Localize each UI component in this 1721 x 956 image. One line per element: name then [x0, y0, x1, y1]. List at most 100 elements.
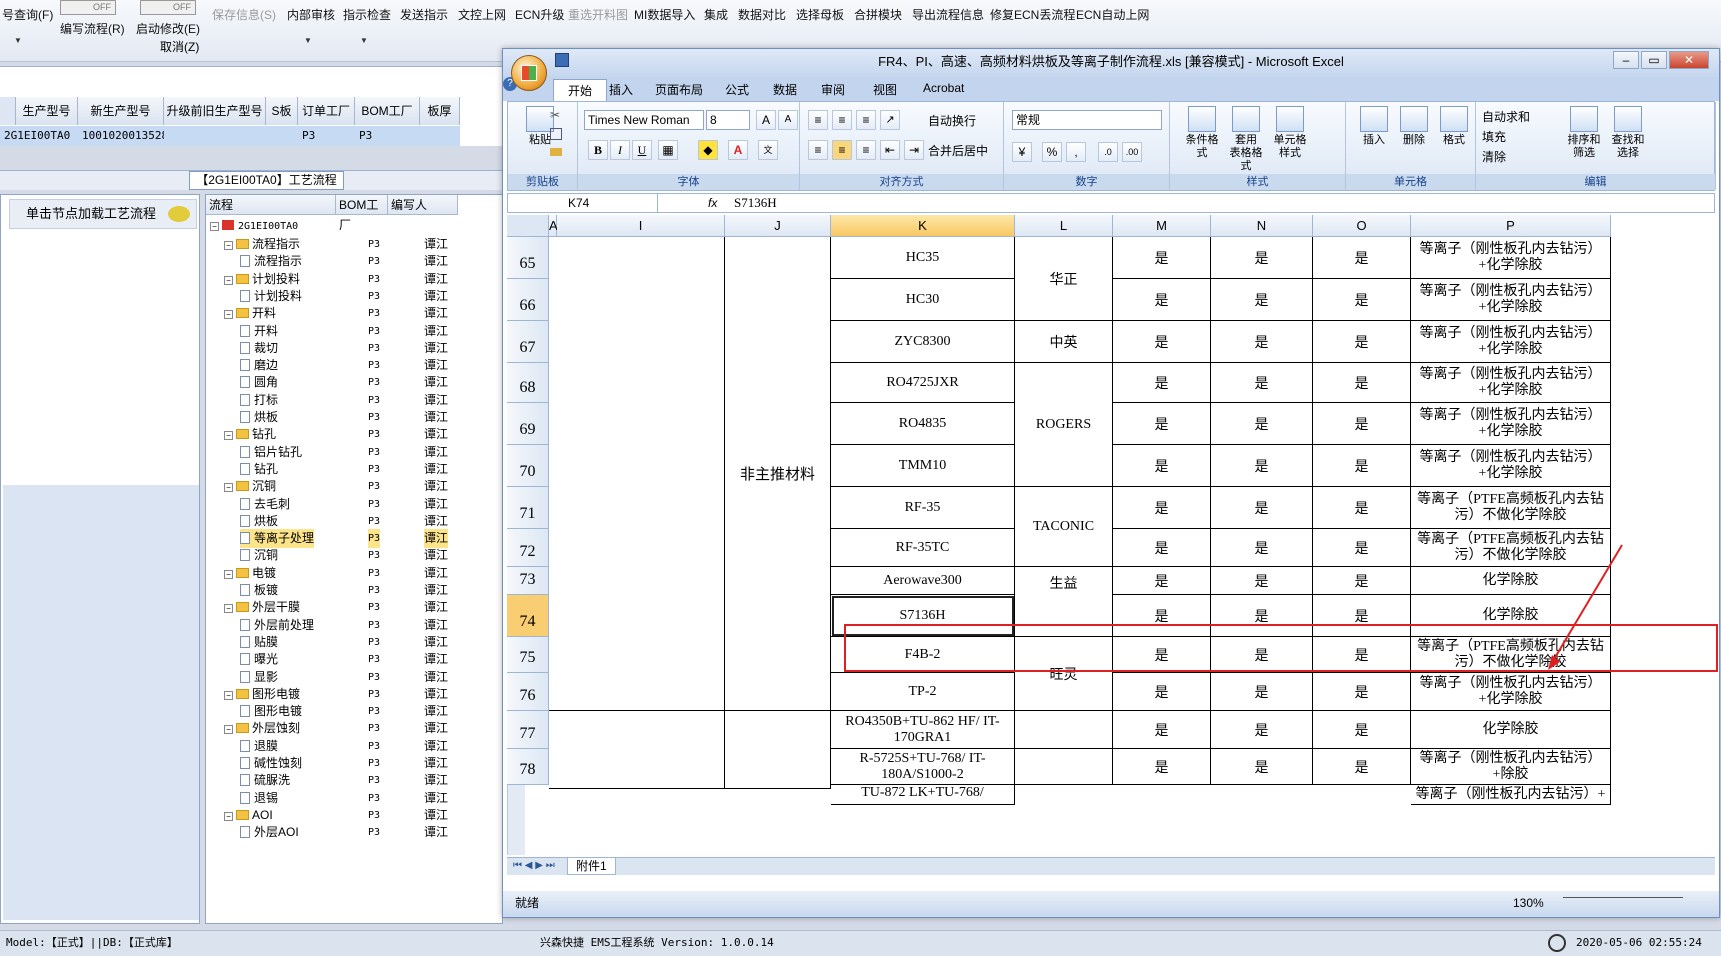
cell-N[interactable]: 是: [1211, 673, 1313, 711]
ribbon-tab-5[interactable]: 审阅: [821, 81, 845, 98]
cell-K[interactable]: TU-872 LK+TU-768/: [831, 785, 1015, 805]
zoom-slider[interactable]: [1563, 897, 1683, 907]
tree-item[interactable]: − 图形电镀 P3 谭江: [206, 685, 504, 704]
row-header-70[interactable]: 70: [507, 445, 549, 487]
row-header-75[interactable]: 75: [507, 637, 549, 673]
row-header-78[interactable]: 78: [507, 749, 549, 785]
increase-decimal-icon[interactable]: .0: [1098, 142, 1118, 162]
office-button[interactable]: [511, 55, 547, 91]
formula-input[interactable]: S7136H: [734, 194, 777, 212]
ribbon-tab-7[interactable]: Acrobat: [923, 81, 964, 95]
grid-cell-3[interactable]: [266, 126, 298, 146]
tree-item[interactable]: 圆角 P3 谭江: [206, 373, 504, 392]
grow-font-button[interactable]: A: [756, 110, 776, 130]
collapse-icon[interactable]: −: [224, 690, 233, 700]
row-header-72[interactable]: 72: [507, 529, 549, 567]
cell-P[interactable]: 等离子（刚性板孔内去钻污）+化学除胶: [1411, 279, 1611, 321]
format-button[interactable]: 格式: [1434, 106, 1474, 147]
collapse-icon[interactable]: −: [224, 275, 233, 285]
vertical-align-icon[interactable]: ≡: [808, 110, 828, 130]
tree-item[interactable]: 钻孔 P3 谭江: [206, 460, 504, 479]
cell-M[interactable]: 是: [1113, 403, 1211, 445]
cell-P[interactable]: 等离子（刚性板孔内去钻污）+化学除胶: [1411, 237, 1611, 279]
grid-cell-6[interactable]: [420, 126, 460, 146]
cell-I-lower[interactable]: [549, 711, 725, 789]
tree-item[interactable]: 退锡 P3 谭江: [206, 789, 504, 808]
tree-item[interactable]: − 外层干膜 P3 谭江: [206, 598, 504, 617]
font-color-icon[interactable]: A: [728, 140, 748, 160]
cell-P[interactable]: 化学除胶: [1411, 567, 1611, 595]
cell-K[interactable]: R-5725S+TU-768/ IT-180A/S1000-2: [831, 749, 1015, 785]
tree-item[interactable]: 退膜 P3 谭江: [206, 737, 504, 756]
dropdown-arrow-icon[interactable]: ▼: [304, 36, 312, 45]
tree-item[interactable]: 烘板 P3 谭江: [206, 512, 504, 531]
column-header-K[interactable]: K: [831, 215, 1015, 237]
toolbar-item-13[interactable]: 选择母板: [796, 6, 844, 23]
indent-icon[interactable]: ⇤: [880, 140, 900, 160]
number-format-combo[interactable]: 常规: [1012, 110, 1162, 130]
tree-item[interactable]: − 开料 P3 谭江: [206, 304, 504, 323]
ribbon-tab-2[interactable]: 页面布局: [655, 81, 703, 98]
tree-item[interactable]: 贴膜 P3 谭江: [206, 633, 504, 652]
collapse-icon[interactable]: −: [210, 222, 219, 231]
cell-N[interactable]: 是: [1211, 445, 1313, 487]
grid-header-2[interactable]: 升级前旧生产型号: [164, 97, 266, 125]
cell-N[interactable]: 是: [1211, 711, 1313, 749]
cell-L[interactable]: ROGERS: [1015, 363, 1113, 487]
cancel-button[interactable]: 取消(Z): [160, 38, 199, 55]
cell-K[interactable]: HC35: [831, 237, 1015, 279]
border-icon[interactable]: ▦: [658, 140, 678, 160]
cell-K[interactable]: Aerowave300: [831, 567, 1015, 595]
toolbar-item-17[interactable]: ECN自动上网: [1076, 6, 1149, 23]
cell-O[interactable]: 是: [1313, 673, 1411, 711]
grid-header-3[interactable]: S板: [266, 97, 298, 125]
name-box[interactable]: K74: [508, 194, 658, 212]
clear-button[interactable]: 清除: [1482, 148, 1506, 165]
cell-O[interactable]: 是: [1313, 237, 1411, 279]
cell-L[interactable]: 华正: [1015, 237, 1113, 321]
row-header-77[interactable]: 77: [507, 711, 549, 749]
cell-N[interactable]: 是: [1211, 363, 1313, 403]
shrink-font-button[interactable]: A: [778, 110, 798, 130]
cell-K[interactable]: RF-35TC: [831, 529, 1015, 567]
tree-item[interactable]: 开料 P3 谭江: [206, 322, 504, 341]
grid-header-5[interactable]: BOM工厂: [355, 97, 420, 125]
cell-P[interactable]: 等离子（刚性板孔内去钻污）+化学除胶: [1411, 445, 1611, 487]
cell-P[interactable]: 等离子（刚性板孔内去钻污）+化学除胶: [1411, 403, 1611, 445]
cell-O[interactable]: 是: [1313, 487, 1411, 529]
tree-item[interactable]: 磨边 P3 谭江: [206, 356, 504, 375]
tree-item[interactable]: − 流程指示 P3 谭江: [206, 235, 504, 254]
row-header-76[interactable]: 76: [507, 673, 549, 711]
tree-item[interactable]: − 沉铜 P3 谭江: [206, 477, 504, 496]
close-button[interactable]: ✕: [1669, 51, 1709, 69]
grid-header-0[interactable]: 生产型号: [16, 97, 78, 125]
cell-N[interactable]: 是: [1211, 321, 1313, 363]
horizontal-align-icon[interactable]: ≡: [832, 140, 852, 160]
cell-M[interactable]: 是: [1113, 711, 1211, 749]
cell-N[interactable]: 是: [1211, 237, 1313, 279]
dropdown-arrow-icon[interactable]: ▼: [360, 36, 368, 45]
save-icon[interactable]: [555, 53, 569, 67]
cell-M[interactable]: 是: [1113, 673, 1211, 711]
toolbar-item-5[interactable]: 指示检查: [343, 6, 391, 23]
conditional-format-button[interactable]: 条件格式: [1182, 106, 1222, 160]
cell-L[interactable]: [1015, 711, 1113, 749]
cell-P[interactable]: 等离子（PTFE高频板孔内去钻污）不做化学除胶: [1411, 529, 1611, 567]
toolbar-item-2[interactable]: 启动修改(E): [136, 20, 200, 37]
grid-cell-5[interactable]: P3: [355, 126, 420, 146]
cell-M[interactable]: 是: [1113, 487, 1211, 529]
function-icon[interactable]: fx: [708, 194, 717, 212]
collapse-icon[interactable]: −: [224, 431, 233, 441]
cell-N[interactable]: 是: [1211, 529, 1313, 567]
cell-N[interactable]: 是: [1211, 403, 1313, 445]
cut-icon[interactable]: ✂: [550, 108, 560, 122]
phonetic-icon[interactable]: 文: [758, 140, 778, 160]
tree-item[interactable]: − 钻孔 P3 谭江: [206, 425, 504, 444]
column-header-I[interactable]: I: [557, 215, 725, 237]
cell-N[interactable]: 是: [1211, 279, 1313, 321]
cell-L[interactable]: TACONIC: [1015, 487, 1113, 567]
cell-N[interactable]: 是: [1211, 749, 1313, 785]
row-header-67[interactable]: 67: [507, 321, 549, 363]
ribbon-tab-6[interactable]: 视图: [873, 81, 897, 98]
cell-K[interactable]: HC30: [831, 279, 1015, 321]
